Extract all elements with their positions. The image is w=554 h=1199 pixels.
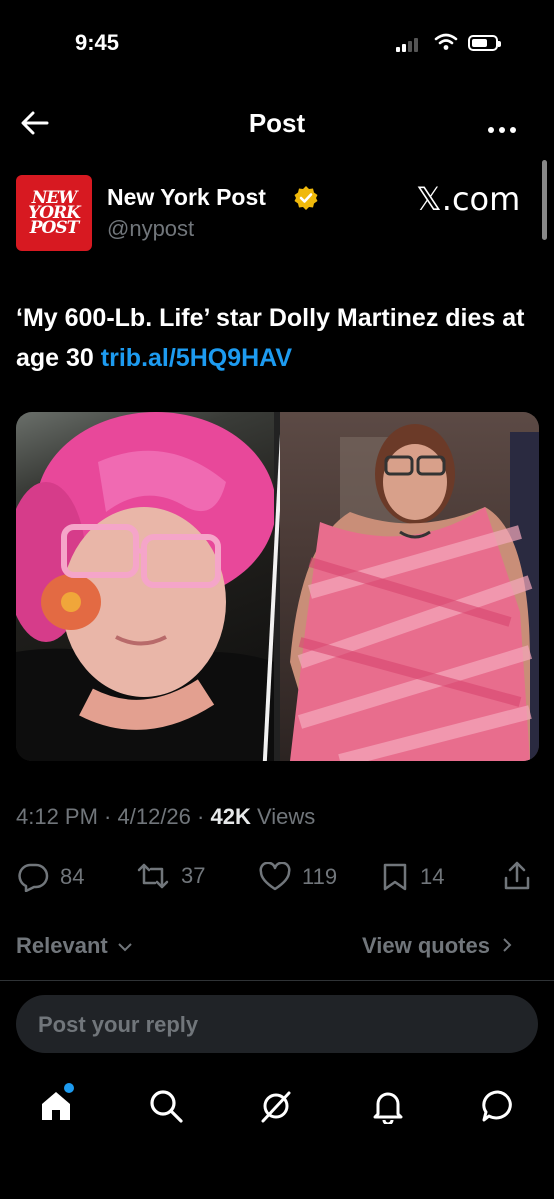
page-title: Post <box>248 108 306 138</box>
post-time: 4:12 PM <box>16 804 98 829</box>
divider <box>0 980 554 981</box>
like-count: 119 <box>302 864 338 889</box>
bookmark-icon <box>383 863 407 891</box>
more-options-icon[interactable] <box>488 120 521 138</box>
post-date: 4/12/26 <box>117 804 191 829</box>
search-icon[interactable] <box>148 1088 184 1124</box>
messages-icon[interactable] <box>480 1088 516 1124</box>
repost-icon <box>137 863 169 889</box>
repost-count: 37 <box>181 863 206 888</box>
home-icon[interactable] <box>38 1088 74 1124</box>
photo-left <box>16 412 274 761</box>
view-quotes-link[interactable]: View quotes <box>362 933 514 959</box>
bookmark-button[interactable]: 14 <box>380 862 444 892</box>
author-name[interactable]: New York Post <box>107 184 266 211</box>
post-media[interactable] <box>16 412 539 761</box>
post-text: ‘My 600-Lb. Life’ star Dolly Martinez di… <box>16 298 541 378</box>
notifications-icon[interactable] <box>370 1088 406 1124</box>
chevron-right-icon <box>503 938 512 952</box>
reply-button[interactable]: 84 <box>16 862 84 892</box>
notification-dot <box>64 1083 74 1093</box>
author-avatar[interactable]: NEW YORK POST <box>16 175 92 251</box>
scrollbar[interactable] <box>542 160 547 240</box>
source-label: 𝕏.com <box>416 180 521 218</box>
reply-input[interactable]: Post your reply <box>16 995 538 1053</box>
post-link[interactable]: trib.al/5HQ9HAV <box>101 344 292 372</box>
sort-relevant-dropdown[interactable]: Relevant <box>16 933 133 959</box>
heart-icon <box>259 862 291 891</box>
bookmark-count: 14 <box>420 864 445 889</box>
views-label: Views <box>250 804 316 829</box>
chevron-down-icon <box>118 943 132 952</box>
logo-text: POST <box>29 217 80 238</box>
reply-icon <box>18 863 49 892</box>
status-time: 9:45 <box>75 30 120 55</box>
view-quotes-label: View quotes <box>362 933 490 958</box>
photo-right <box>280 412 539 761</box>
author-handle[interactable]: @nypost <box>107 216 194 242</box>
wifi-icon <box>434 33 458 50</box>
reply-count: 84 <box>60 864 85 889</box>
repost-button[interactable]: 37 <box>135 862 205 890</box>
verified-badge-icon[interactable] <box>293 185 319 211</box>
grok-icon[interactable] <box>258 1088 294 1124</box>
meta-separator: · <box>97 804 118 829</box>
meta-separator: · <box>190 804 211 829</box>
share-icon[interactable] <box>502 860 532 892</box>
like-button[interactable]: 119 <box>258 862 337 892</box>
sort-label: Relevant <box>16 933 108 958</box>
signal-icon <box>396 36 422 52</box>
reply-placeholder: Post your reply <box>38 1012 199 1037</box>
post-meta: 4:12 PM · 4/12/26 · 42K Views <box>16 804 315 830</box>
battery-icon <box>468 35 501 51</box>
views-count[interactable]: 42K <box>210 804 250 829</box>
